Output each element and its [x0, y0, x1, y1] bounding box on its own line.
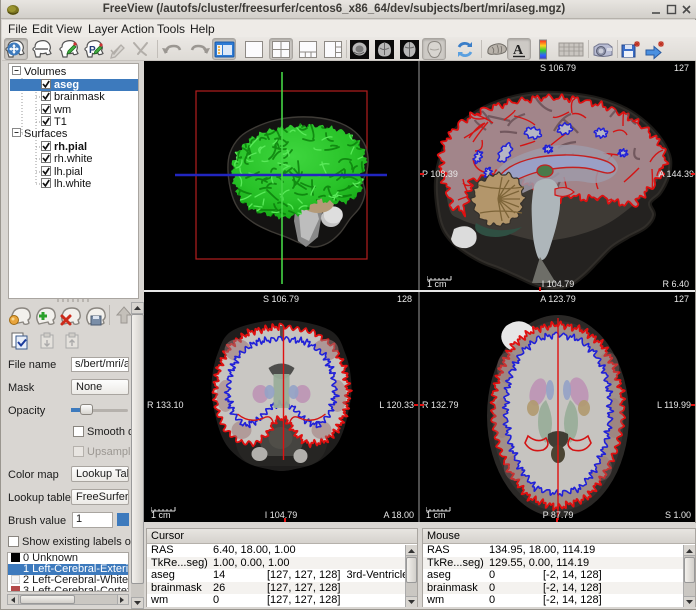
svg-text:A: A: [513, 43, 524, 58]
